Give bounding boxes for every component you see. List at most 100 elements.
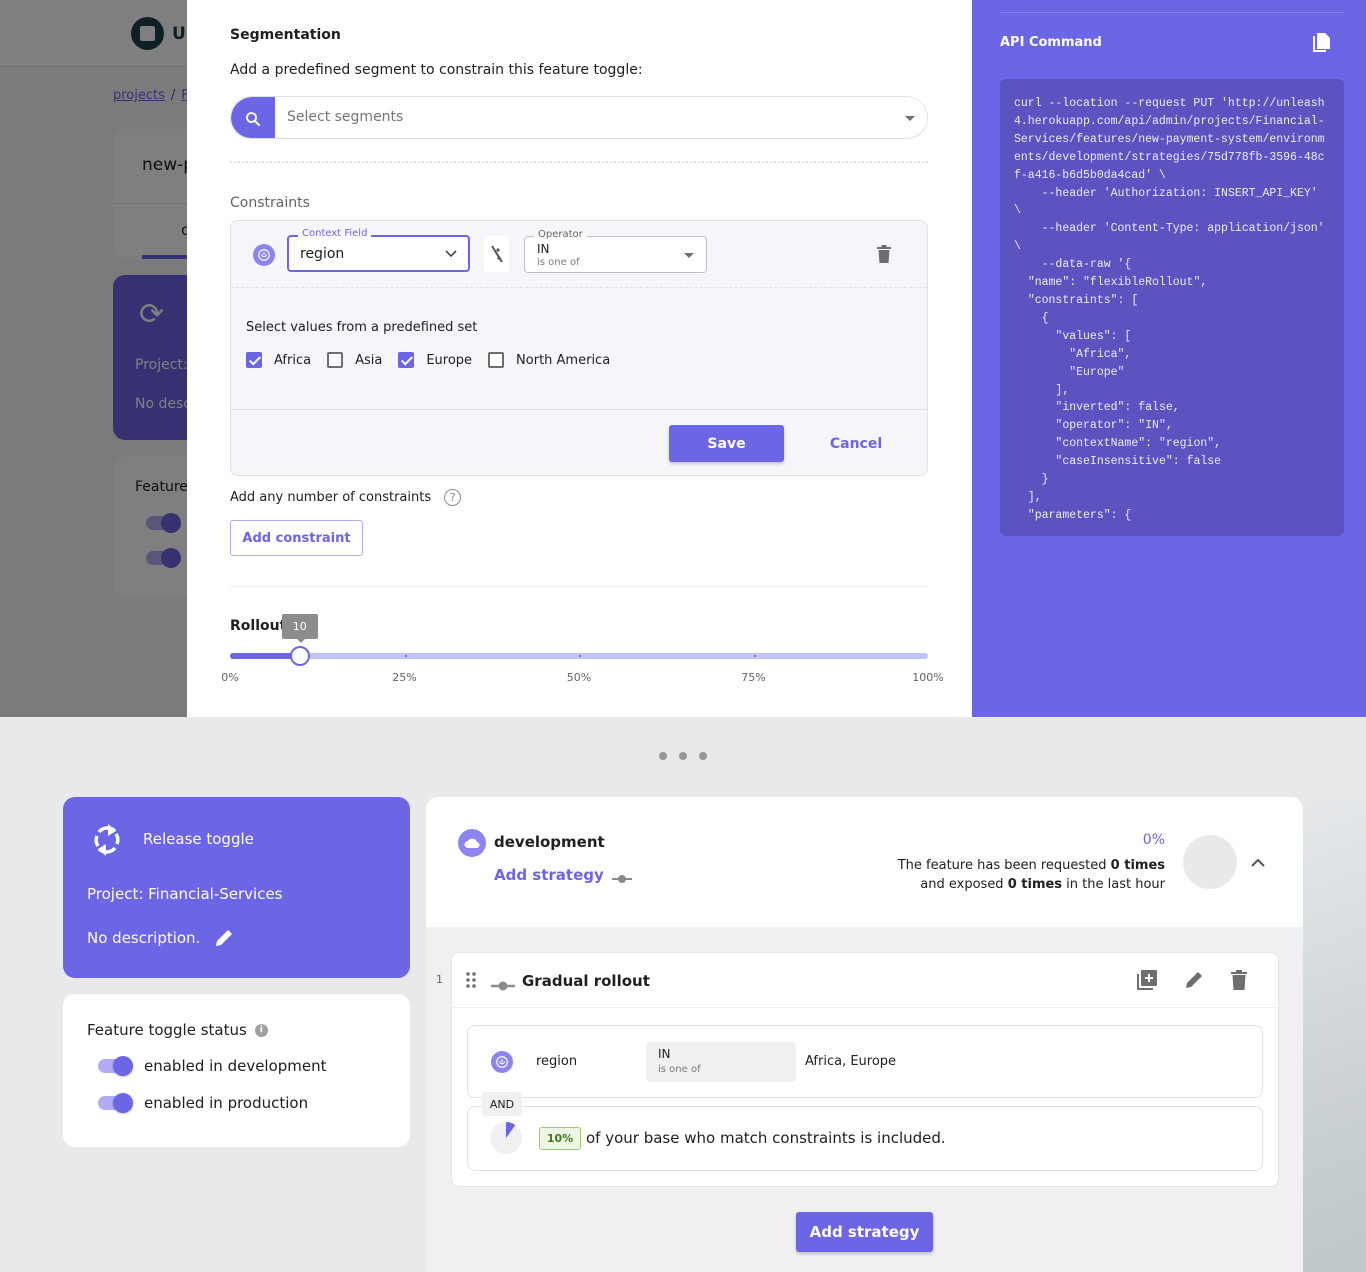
divider bbox=[1000, 12, 1344, 13]
checkbox-label: Europe bbox=[426, 352, 473, 368]
value-option[interactable]: Asia bbox=[327, 352, 382, 368]
strategy-actions bbox=[1136, 969, 1248, 995]
api-command-title: API Command bbox=[1000, 35, 1102, 50]
segment-search-input[interactable] bbox=[287, 109, 847, 125]
env-status-development: enabled in development bbox=[98, 1056, 327, 1076]
dropdown-caret-icon[interactable] bbox=[905, 116, 915, 121]
exposed-count: 0 times bbox=[1007, 877, 1063, 892]
background-artwork bbox=[1303, 800, 1366, 1272]
values-title: Select values from a predefined set bbox=[246, 320, 478, 335]
feature-info-card: Release toggle Project: Financial-Servic… bbox=[63, 797, 410, 978]
environment-header: development Add strategy 0% The feature … bbox=[426, 797, 1303, 927]
context-field-icon bbox=[253, 244, 275, 266]
environment-name: development bbox=[494, 833, 605, 851]
operator-label: Operator bbox=[534, 229, 587, 240]
description-row: No description. bbox=[87, 928, 234, 948]
dot bbox=[679, 752, 687, 760]
environment-card: development Add strategy 0% The feature … bbox=[426, 797, 1303, 1272]
constraint-values: Africa, Europe bbox=[805, 1054, 897, 1069]
slider-tick-label: 75% bbox=[741, 671, 766, 684]
info-icon[interactable]: i bbox=[254, 1023, 268, 1037]
sync-icon bbox=[91, 822, 123, 862]
constraint-summary: region IN is one of Africa, Europe bbox=[467, 1025, 1263, 1098]
add-strategy-button[interactable]: Add strategy bbox=[796, 1212, 933, 1252]
value-option[interactable]: Europe bbox=[398, 352, 472, 368]
api-command-panel: API Command curl --location --request PU… bbox=[972, 0, 1366, 717]
modal-backdrop[interactable] bbox=[0, 0, 187, 717]
env-status-production: enabled in production bbox=[98, 1093, 308, 1113]
segmentation-subtitle: Add a predefined segment to constrain th… bbox=[230, 62, 643, 78]
add-constraint-button[interactable]: Add constraint bbox=[230, 520, 363, 556]
metric-text: The feature has been requested bbox=[897, 858, 1111, 873]
help-icon[interactable]: ? bbox=[444, 489, 462, 506]
slider-mark bbox=[404, 655, 407, 657]
dotted-divider bbox=[230, 161, 928, 163]
segment-select[interactable] bbox=[230, 96, 928, 139]
exposure-percent: 0% bbox=[1142, 832, 1165, 848]
delete-constraint-icon[interactable] bbox=[877, 245, 891, 267]
constraint-footer: Save Cancel bbox=[231, 409, 927, 476]
operator-select[interactable]: Operator IN is one of bbox=[524, 229, 707, 273]
constraint-editor: Context Field region Operator IN is one … bbox=[230, 220, 928, 476]
rollout-slider[interactable] bbox=[230, 646, 928, 666]
api-command-text: curl --location --request PUT 'http://un… bbox=[1014, 97, 1325, 522]
toggle-development[interactable] bbox=[98, 1056, 133, 1076]
save-button[interactable]: Save bbox=[669, 425, 784, 462]
rollout-value-tooltip: 10 bbox=[281, 614, 318, 643]
strategy-edit-screen: U projects/F new-p c ⟳ Project: No desc … bbox=[0, 0, 1366, 717]
copy-icon[interactable] bbox=[1312, 32, 1332, 58]
strategy-form: Segmentation Add a predefined segment to… bbox=[187, 0, 972, 717]
strategy-title: Gradual rollout bbox=[522, 972, 650, 990]
rollout-summary: 10% of your base who match constraints i… bbox=[467, 1106, 1263, 1171]
checkbox-label: North America bbox=[516, 352, 611, 368]
slider-tick-label: 50% bbox=[566, 671, 592, 684]
drag-handle-icon[interactable] bbox=[466, 972, 476, 992]
context-field-value: region bbox=[300, 246, 345, 262]
checkbox-label: Africa bbox=[274, 352, 312, 368]
slider-tick-label: 0% bbox=[221, 671, 239, 684]
rollout-description: of your base who match constraints is in… bbox=[586, 1129, 946, 1147]
segmentation-title: Segmentation bbox=[230, 27, 341, 43]
rollout-pie-icon bbox=[490, 1122, 522, 1158]
edit-strategy-icon[interactable] bbox=[1183, 969, 1205, 995]
dropdown-caret-icon bbox=[684, 253, 694, 258]
value-option[interactable]: North America bbox=[488, 352, 610, 368]
value-option[interactable]: Africa bbox=[246, 352, 311, 368]
metric-text: in the last hour bbox=[1062, 877, 1165, 892]
rollout-strategy-icon bbox=[612, 869, 632, 888]
feature-status-card: Feature toggle status i enabled in devel… bbox=[63, 994, 410, 1147]
edit-description-icon[interactable] bbox=[214, 928, 234, 948]
section-separator-ellipsis bbox=[659, 752, 707, 760]
metrics-summary: The feature has been requested 0 times a… bbox=[898, 856, 1165, 894]
strategy-header: Gradual rollout bbox=[452, 953, 1278, 1008]
checkbox[interactable] bbox=[246, 352, 262, 368]
description-text: No description. bbox=[87, 929, 201, 947]
checkbox[interactable] bbox=[327, 352, 344, 368]
invert-operator-button[interactable] bbox=[484, 236, 509, 272]
chevron-down-icon bbox=[445, 247, 457, 261]
delete-strategy-icon[interactable] bbox=[1230, 969, 1248, 995]
operator-value: IN bbox=[658, 1047, 671, 1061]
constraint-operator: IN is one of bbox=[646, 1042, 796, 1082]
dot bbox=[659, 752, 667, 760]
checkbox[interactable] bbox=[398, 352, 415, 368]
api-command-code[interactable]: curl --location --request PUT 'http://un… bbox=[1000, 79, 1344, 536]
copy-strategy-icon[interactable] bbox=[1136, 969, 1158, 995]
operator-description: is one of bbox=[537, 257, 580, 268]
cloud-icon bbox=[458, 829, 486, 857]
slider-tick-label: 25% bbox=[392, 671, 417, 684]
operator-description: is one of bbox=[658, 1064, 701, 1075]
add-strategy-link[interactable]: Add strategy bbox=[494, 866, 604, 884]
constraints-label: Constraints bbox=[230, 195, 310, 211]
cancel-button[interactable]: Cancel bbox=[816, 425, 896, 462]
rollout-label: Rollout bbox=[230, 618, 287, 634]
status-title-row: Feature toggle status i bbox=[87, 1021, 268, 1039]
env-status-label: enabled in development bbox=[144, 1057, 327, 1075]
checkbox[interactable] bbox=[488, 352, 505, 368]
toggle-production[interactable] bbox=[98, 1093, 133, 1113]
slider-thumb[interactable] bbox=[289, 646, 310, 666]
metrics-gauge bbox=[1183, 835, 1237, 889]
slider-tick-label: 100% bbox=[912, 671, 944, 684]
context-field-select[interactable]: Context Field region bbox=[287, 228, 470, 272]
chevron-up-icon[interactable] bbox=[1251, 852, 1265, 871]
